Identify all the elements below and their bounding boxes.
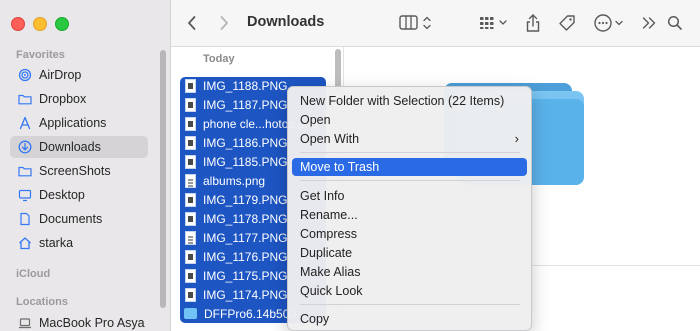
menu-item-duplicate[interactable]: Duplicate (292, 244, 527, 262)
sidebar-item-applications[interactable]: Applications (10, 112, 148, 134)
menu-item-get-info[interactable]: Get Info (292, 187, 527, 205)
file-name: IMG_1175.PNG (203, 268, 288, 283)
file-name: albums.png (203, 173, 266, 188)
image-file-icon (185, 78, 196, 93)
tag-icon (559, 15, 575, 31)
file-name: IMG_1186.PNG (203, 135, 288, 150)
file-name: IMG_1185.PNG (203, 154, 288, 169)
group-button[interactable] (479, 13, 511, 33)
downloads-icon (18, 140, 32, 154)
back-button[interactable] (187, 13, 197, 33)
menu-item-quick-look[interactable]: Quick Look (292, 282, 527, 300)
file-name: DFFPro6.14b500 (204, 306, 297, 321)
file-name: IMG_1176.PNG (203, 249, 288, 264)
document-file-icon (185, 230, 196, 245)
more-toolbar-button[interactable] (641, 13, 657, 33)
folder-icon (18, 92, 32, 106)
ellipsis-circle-icon (594, 14, 623, 32)
sidebar-item-label: Dropbox (39, 92, 87, 106)
home-icon (18, 236, 32, 250)
sidebar-item-label: Desktop (39, 188, 85, 202)
sidebar-item-downloads[interactable]: Downloads (10, 136, 148, 158)
file-name: IMG_1179.PNG (203, 192, 288, 207)
share-icon (526, 14, 540, 32)
chevron-right-icon (220, 16, 228, 30)
menu-item-compress[interactable]: Compress (292, 225, 527, 243)
sidebar-item-starka[interactable]: starka (10, 232, 148, 254)
menu-item-open-with[interactable]: Open With › (292, 130, 527, 148)
window-controls (11, 17, 69, 31)
sidebar-item-label: Downloads (39, 140, 101, 154)
image-file-icon (185, 211, 196, 226)
search-button[interactable] (667, 13, 683, 33)
close-window-button[interactable] (11, 17, 25, 31)
file-name: IMG_1188.PNG (203, 78, 288, 93)
document-file-icon (185, 173, 196, 188)
document-icon (18, 212, 32, 226)
chevron-left-icon (188, 16, 196, 30)
sidebar-item-desktop[interactable]: Desktop (10, 184, 148, 206)
favorites-heading: Favorites (16, 49, 65, 61)
image-file-icon (185, 116, 196, 131)
toolbar: Downloads (171, 0, 700, 47)
finder-window: Favorites AirDrop Dropbox Applications D… (0, 0, 700, 331)
sidebar-item-label: ScreenShots (39, 164, 111, 178)
search-icon (667, 15, 682, 30)
image-file-icon (185, 154, 196, 169)
menu-item-rename[interactable]: Rename... (292, 206, 527, 224)
minimize-window-button[interactable] (33, 17, 47, 31)
sidebar-item-label: starka (39, 236, 74, 250)
forward-button[interactable] (219, 13, 229, 33)
file-name: IMG_1178.PNG (203, 211, 288, 226)
sidebar-item-documents[interactable]: Documents (10, 208, 148, 230)
sidebar-item-label: Applications (39, 116, 107, 130)
menu-separator (300, 304, 520, 305)
image-file-icon (185, 249, 196, 264)
group-heading-today: Today (203, 53, 235, 65)
menu-item-open[interactable]: Open (292, 111, 527, 129)
menu-separator (300, 180, 520, 181)
sidebar-item-screenshots[interactable]: ScreenShots (10, 160, 148, 182)
file-name: IMG_1177.PNG (203, 230, 288, 245)
sidebar-item-label: AirDrop (39, 68, 82, 82)
image-file-icon (185, 135, 196, 150)
laptop-icon (18, 316, 32, 330)
sidebar-item-dropbox[interactable]: Dropbox (10, 88, 148, 110)
applications-icon (18, 116, 32, 130)
desktop-icon (18, 188, 32, 202)
folder-icon (18, 164, 32, 178)
icloud-heading: iCloud (16, 268, 51, 280)
window-title: Downloads (247, 14, 325, 30)
zoom-window-button[interactable] (55, 17, 69, 31)
sidebar: Favorites AirDrop Dropbox Applications D… (0, 0, 171, 331)
sidebar-item-macbook[interactable]: MacBook Pro Asya (10, 312, 148, 331)
image-file-icon (185, 97, 196, 112)
tag-button[interactable] (557, 13, 577, 33)
sidebar-item-label: Documents (39, 212, 103, 226)
folder-icon (184, 308, 197, 319)
share-button[interactable] (525, 13, 541, 33)
columns-view-icon (399, 15, 431, 30)
image-file-icon (185, 268, 196, 283)
menu-item-make-alias[interactable]: Make Alias (292, 263, 527, 281)
file-name: IMG_1174.PNG (203, 287, 288, 302)
file-name: IMG_1187.PNG (203, 97, 288, 112)
menu-item-move-to-trash[interactable]: Move to Trash (292, 158, 527, 176)
sidebar-item-airdrop[interactable]: AirDrop (10, 64, 148, 86)
sidebar-item-label: MacBook Pro Asya (39, 316, 145, 330)
airdrop-icon (18, 68, 32, 82)
image-file-icon (185, 287, 196, 302)
menu-item-new-folder-with-selection[interactable]: New Folder with Selection (22 Items) (292, 92, 527, 110)
context-menu: New Folder with Selection (22 Items) Ope… (287, 86, 532, 331)
locations-heading: Locations (16, 296, 68, 308)
actions-button[interactable] (593, 13, 627, 33)
view-mode-button[interactable] (399, 13, 435, 33)
sidebar-scrollbar[interactable] (160, 50, 166, 308)
grid-icon (480, 17, 507, 29)
menu-separator (300, 152, 520, 153)
chevron-right-icon: › (514, 131, 519, 146)
menu-item-copy[interactable]: Copy (292, 310, 527, 328)
image-file-icon (185, 192, 196, 207)
double-chevron-right-icon (642, 17, 656, 29)
